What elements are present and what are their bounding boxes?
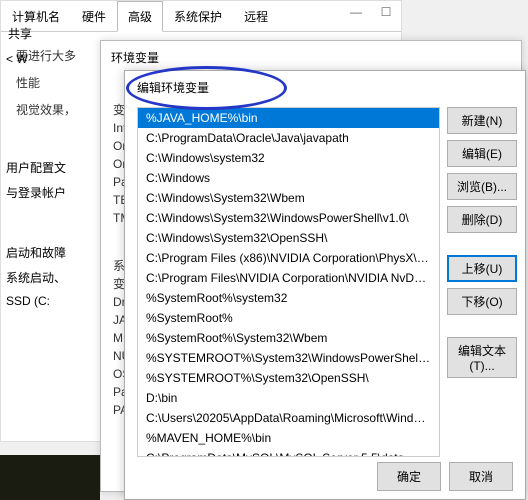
path-list[interactable]: %JAVA_HOME%\binC:\ProgramData\Oracle\Jav… — [137, 107, 440, 457]
path-row[interactable]: C:\Windows\system32 — [138, 148, 439, 168]
tab-remote[interactable]: 远程 — [233, 1, 279, 31]
maximize-icon[interactable]: ☐ — [371, 1, 401, 23]
path-row[interactable]: C:\Windows\System32\Wbem — [138, 188, 439, 208]
move-up-button[interactable]: 上移(U) — [447, 255, 517, 282]
path-row[interactable]: C:\Windows — [138, 168, 439, 188]
drive-ssd: SSD (C: — [0, 290, 100, 312]
bg-text: 与登录帐户 — [0, 180, 100, 205]
path-row[interactable]: D:\bin — [138, 388, 439, 408]
path-row[interactable]: C:\ProgramData\Oracle\Java\javapath — [138, 128, 439, 148]
edit-button[interactable]: 编辑(E) — [447, 140, 517, 167]
path-row[interactable]: %JAVA_HOME%\bin — [138, 108, 439, 128]
path-row[interactable]: C:\Windows\System32\OpenSSH\ — [138, 228, 439, 248]
path-row[interactable]: %SYSTEMROOT%\System32\OpenSSH\ — [138, 368, 439, 388]
path-row[interactable]: C:\Users\20205\AppData\Roaming\Microsoft… — [138, 408, 439, 428]
dialog-footer: 确定 取消 — [377, 462, 513, 491]
browse-button[interactable]: 浏览(B)... — [447, 173, 517, 200]
bg-text: 用户配置文 — [0, 155, 100, 180]
drive-w: < W — [0, 48, 100, 70]
share-label: 共享 — [8, 25, 32, 42]
path-row[interactable]: %SystemRoot%\System32\Wbem — [138, 328, 439, 348]
delete-button[interactable]: 删除(D) — [447, 206, 517, 233]
edit-env-dialog: 编辑环境变量 %JAVA_HOME%\binC:\ProgramData\Ora… — [124, 70, 526, 500]
window-controls: — ☐ — [341, 1, 401, 23]
cancel-button[interactable]: 取消 — [449, 462, 513, 491]
bg-text-block: 用户配置文 与登录帐户 — [0, 155, 100, 205]
ok-button[interactable]: 确定 — [377, 462, 441, 491]
path-row[interactable]: C:\Windows\System32\WindowsPowerShell\v1… — [138, 208, 439, 228]
path-row[interactable]: C:\ProgramData\MySQL\MySQL Server 5.5\da… — [138, 448, 439, 457]
tab-protection[interactable]: 系统保护 — [163, 1, 233, 31]
path-row[interactable]: %SystemRoot%\system32 — [138, 288, 439, 308]
path-row[interactable]: %SYSTEMROOT%\System32\WindowsPowerShell\… — [138, 348, 439, 368]
path-row[interactable]: C:\Program Files (x86)\NVIDIA Corporatio… — [138, 248, 439, 268]
path-row[interactable]: %MAVEN_HOME%\bin — [138, 428, 439, 448]
move-down-button[interactable]: 下移(O) — [447, 288, 517, 315]
tab-hardware[interactable]: 硬件 — [71, 1, 117, 31]
new-button[interactable]: 新建(N) — [447, 107, 517, 134]
path-row[interactable]: C:\Program Files\NVIDIA Corporation\NVID… — [138, 268, 439, 288]
button-column: 新建(N) 编辑(E) 浏览(B)... 删除(D) 上移(U) 下移(O) 编… — [447, 107, 517, 378]
explorer-piece: < W — [0, 48, 100, 70]
bg-text: 系统启动、 — [0, 265, 100, 290]
path-row[interactable]: %SystemRoot% — [138, 308, 439, 328]
bg-text-block: 启动和故障 系统启动、 — [0, 240, 100, 290]
explorer-piece: SSD (C: — [0, 290, 100, 312]
dialog-title: 编辑环境变量 — [125, 71, 525, 104]
taskbar-thumbnail — [0, 455, 100, 500]
tab-advanced[interactable]: 高级 — [117, 1, 163, 32]
minimize-icon[interactable]: — — [341, 1, 371, 23]
edit-text-button[interactable]: 编辑文本(T)... — [447, 337, 517, 378]
bg-text: 启动和故障 — [0, 240, 100, 265]
